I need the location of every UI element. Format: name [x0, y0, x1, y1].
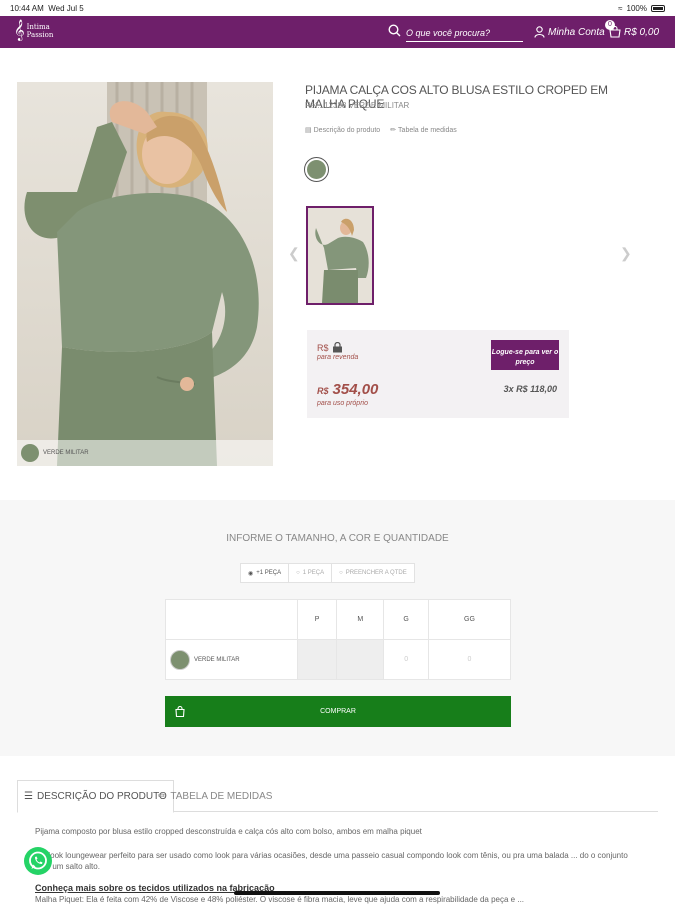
account-link[interactable]: Minha Conta	[534, 26, 605, 38]
tab-size-chart[interactable]: ✏ TABELA DE MEDIDAS	[152, 780, 278, 813]
installments: 3x R$ 118,00	[503, 384, 557, 394]
tab-plus-one-piece[interactable]: ◉ +1 PEÇA	[241, 564, 290, 582]
user-icon	[534, 26, 545, 38]
product-photo-illustration	[24, 82, 259, 466]
logo-text: Intima Passion	[27, 23, 54, 39]
buy-button-label: COMPRAR	[320, 708, 356, 715]
product-thumbnail[interactable]	[306, 206, 374, 305]
brand-logo[interactable]: 𝄞 Intima Passion	[14, 22, 53, 40]
ruler-icon: ✏	[390, 127, 397, 134]
description-line-1: Pijama composto por blusa estilo cropped…	[35, 827, 422, 836]
tab-fill-quantity[interactable]: ○ PREENCHER A QTDE	[332, 564, 414, 582]
radio-icon: ○	[339, 570, 343, 576]
logo-line2: Passion	[26, 31, 54, 39]
logo-line1: Intima	[26, 23, 50, 31]
status-time: 10:44 AM	[10, 4, 44, 13]
description-link[interactable]: ▤ Descrição do produto	[305, 126, 381, 135]
top-navigation-bar: 𝄞 IntimaPassion Minha Conta 0 R$ 0,00	[0, 16, 675, 48]
retail-price: R$ 354,00	[317, 381, 378, 398]
size-chart-link[interactable]: ✏ Tabela de medidas	[390, 126, 457, 135]
status-date: Wed Jul 5	[48, 4, 84, 13]
status-bar: 10:44 AM Wed Jul 5 ≈ 100%	[0, 0, 675, 16]
radio-selected-icon: ◉	[248, 570, 254, 577]
row-color-label: VERDE MILITAR	[194, 656, 240, 663]
tab-description-label: DESCRIÇÃO DO PRODUTO	[36, 791, 167, 802]
color-swatch	[307, 160, 326, 179]
document-icon: ▤	[305, 127, 312, 134]
logo-mark-icon: 𝄞	[14, 20, 25, 41]
size-section-title: INFORME O TAMANHO, A COR E QUANTIDADE	[226, 533, 449, 544]
quantity-mode-tabs: ◉ +1 PEÇA ○ 1 PEÇA ○ PREENCHER A QTDE	[240, 563, 415, 583]
price-box: R$ para revenda Logue-se para ver o preç…	[307, 330, 569, 418]
size-selection-section: INFORME O TAMANHO, A COR E QUANTIDADE ◉ +…	[0, 500, 675, 756]
product-main-image[interactable]: VERDE MILITAR	[17, 82, 273, 466]
qty-cell-gg[interactable]: 0	[427, 639, 512, 680]
status-right: ≈ 100%	[618, 4, 665, 13]
whatsapp-button[interactable]	[24, 847, 52, 875]
product-ref: Ref.: 12388 VERDE MILITAR	[305, 101, 410, 110]
cart-count-badge: 0	[605, 20, 615, 30]
lock-icon	[332, 342, 342, 353]
retail-price-value: 354,00	[332, 381, 379, 398]
row-color-swatch	[170, 649, 190, 670]
resale-label: para revenda	[317, 354, 359, 361]
size-header-g: G	[383, 599, 429, 640]
cart-link[interactable]: 0 R$ 0,00	[605, 20, 660, 38]
buy-button[interactable]: COMPRAR	[165, 696, 511, 727]
qty-cell-p	[296, 639, 338, 680]
thumbnail-photo-illustration	[315, 218, 369, 303]
whatsapp-icon	[29, 851, 47, 870]
qty-cell-g[interactable]: 0	[383, 639, 429, 680]
size-header-m: M	[336, 599, 385, 640]
list-icon: ☰	[24, 791, 33, 802]
tab-size-chart-label: TABELA DE MEDIDAS	[170, 791, 273, 802]
tab-fill-quantity-label: PREENCHER A QTDE	[345, 570, 407, 576]
size-header-p: P	[296, 599, 338, 640]
tab-plus-one-piece-label: +1 PEÇA	[256, 570, 282, 576]
image-color-label: VERDE MILITAR	[43, 450, 89, 456]
radio-icon: ○	[296, 570, 300, 576]
resale-price-row: R$	[317, 342, 343, 353]
resale-currency: R$	[317, 342, 329, 353]
size-chart-link-label: Tabela de medidas	[398, 126, 457, 134]
bag-icon	[175, 706, 185, 717]
battery-percent: 100%	[626, 4, 647, 13]
product-links: ▤ Descrição do produto ✏ Tabela de medidas	[305, 126, 457, 135]
tab-one-piece[interactable]: ○ 1 PEÇA	[289, 564, 333, 582]
retail-price-currency: R$	[317, 386, 329, 396]
battery-icon	[651, 5, 665, 12]
home-indicator	[234, 891, 440, 895]
description-line-2: um look loungewear perfeito para ser usa…	[35, 851, 628, 871]
thumbnail-prev-arrow[interactable]: ❮	[288, 245, 300, 262]
thumbnail-next-arrow[interactable]: ❯	[620, 245, 632, 262]
qty-cell-m	[336, 639, 385, 680]
search-icon[interactable]	[388, 24, 401, 37]
wifi-icon: ≈	[618, 4, 623, 13]
status-time-date: 10:44 AM Wed Jul 5	[10, 4, 84, 13]
login-to-see-price-button[interactable]: Logue-se para ver o preço	[491, 340, 559, 370]
size-grid: P M G GG VERDE MILITAR 0 0	[165, 599, 512, 680]
size-header-gg: GG	[427, 599, 512, 640]
account-label: Minha Conta	[548, 26, 605, 38]
tab-description[interactable]: ☰ DESCRIÇÃO DO PRODUTO	[17, 780, 174, 813]
own-use-label: para uso próprio	[317, 400, 368, 407]
search-bar	[388, 22, 523, 44]
size-header-empty	[165, 599, 298, 640]
image-color-swatch	[21, 444, 39, 462]
tab-one-piece-label: 1 PEÇA	[302, 570, 325, 576]
size-color-row: VERDE MILITAR 0 0	[165, 639, 512, 680]
row-color-cell: VERDE MILITAR	[165, 639, 298, 680]
image-color-tag: VERDE MILITAR	[17, 440, 273, 466]
details-tabs: ☰ DESCRIÇÃO DO PRODUTO ✏ TABELA DE MEDIDAS	[17, 780, 658, 813]
ruler-icon: ✏	[158, 791, 167, 802]
description-link-label: Descrição do produto	[313, 126, 381, 134]
cart-total: R$ 0,00	[624, 26, 660, 38]
color-option-verde-militar[interactable]	[304, 157, 329, 182]
search-input[interactable]	[406, 24, 523, 42]
size-header-row: P M G GG	[165, 599, 512, 640]
